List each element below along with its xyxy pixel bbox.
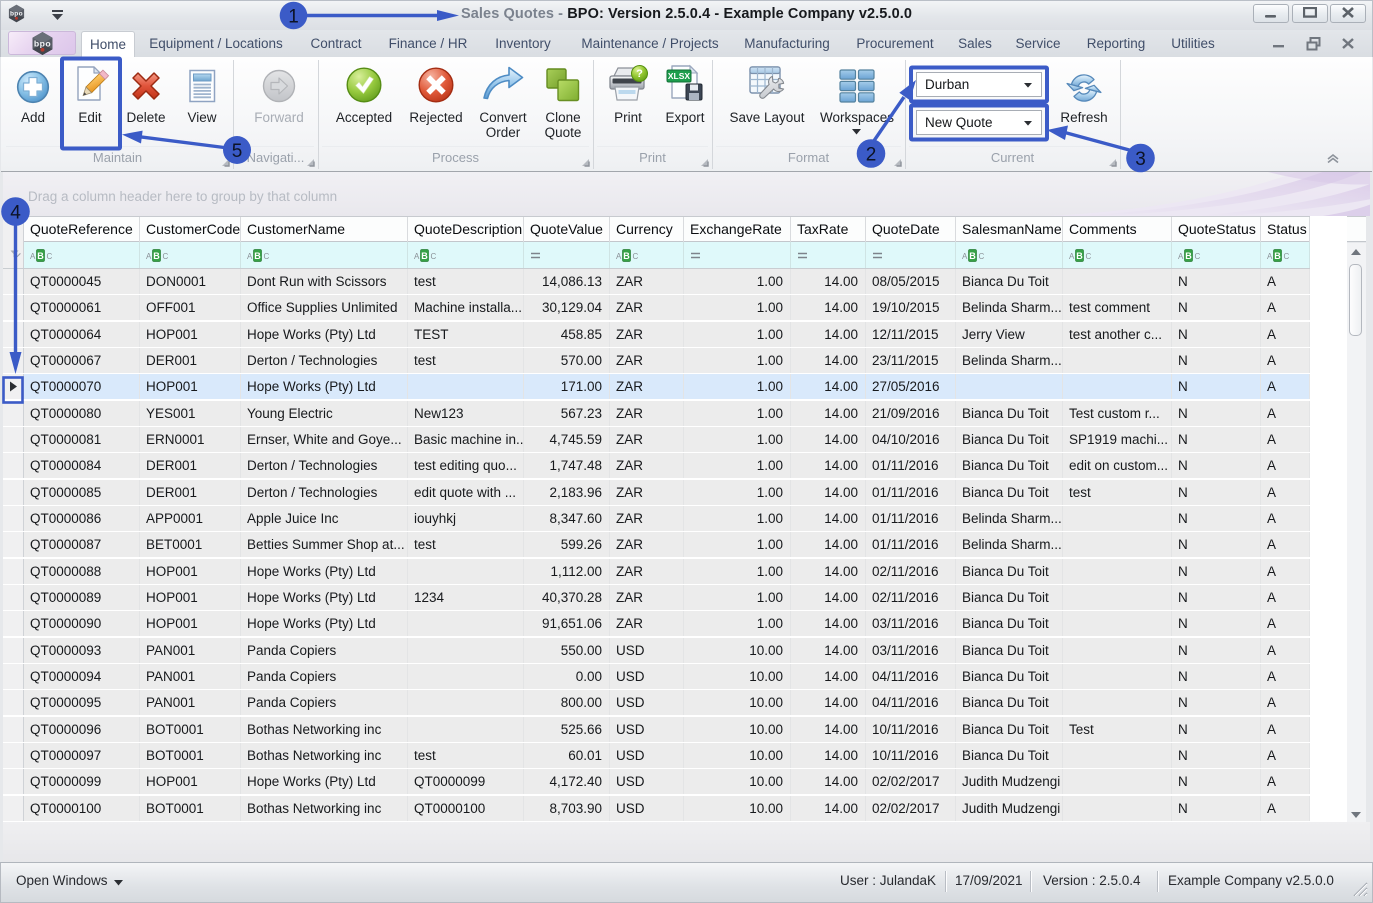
svg-text:A: A xyxy=(146,252,152,261)
svg-text:B: B xyxy=(1274,251,1281,261)
svg-text:A: A xyxy=(247,252,253,261)
svg-text:bpo: bpo xyxy=(34,38,51,48)
svg-text:A: A xyxy=(1178,252,1184,261)
svg-text:C: C xyxy=(1195,252,1201,261)
svg-text:A: A xyxy=(1267,252,1273,261)
svg-text:?: ? xyxy=(636,68,643,80)
svg-text:XLSX: XLSX xyxy=(668,71,691,81)
svg-text:C: C xyxy=(47,252,53,261)
svg-text:A: A xyxy=(1069,252,1075,261)
svg-text:C: C xyxy=(1086,252,1092,261)
svg-text:C: C xyxy=(1284,252,1290,261)
svg-text:B: B xyxy=(623,251,630,261)
svg-text:A: A xyxy=(414,252,420,261)
svg-text:B: B xyxy=(254,251,261,261)
svg-text:C: C xyxy=(979,252,985,261)
svg-text:B: B xyxy=(1076,251,1083,261)
svg-text:B: B xyxy=(153,251,160,261)
svg-text:B: B xyxy=(37,251,44,261)
svg-text:B: B xyxy=(421,251,428,261)
svg-text:A: A xyxy=(616,252,622,261)
svg-text:C: C xyxy=(264,252,270,261)
svg-text:C: C xyxy=(431,252,437,261)
svg-text:C: C xyxy=(633,252,639,261)
svg-text:A: A xyxy=(30,252,36,261)
svg-text:C: C xyxy=(163,252,169,261)
svg-text:B: B xyxy=(1185,251,1192,261)
svg-text:A: A xyxy=(962,252,968,261)
svg-text:B: B xyxy=(969,251,976,261)
